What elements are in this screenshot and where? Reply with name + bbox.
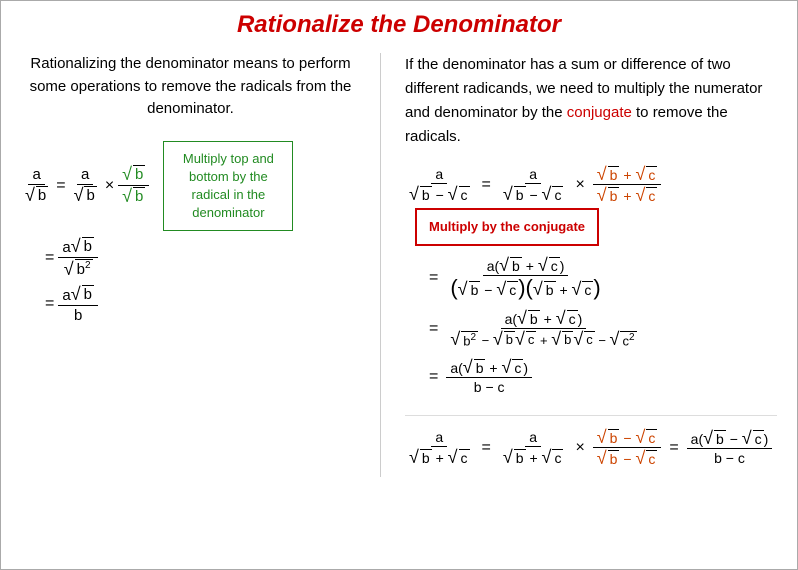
sqrt-b-green: √ b (122, 165, 145, 183)
r-frac1: a √b − √c (405, 166, 474, 203)
right-line4: = a(√b + √c) b − c (425, 358, 777, 395)
r-frac4: a(√b + √c) (√b − √c)(√b + √c) (446, 256, 604, 299)
right-column: If the denominator has a sum or differen… (381, 53, 777, 477)
page-title: Rationalize the Denominator (21, 11, 777, 39)
frac-asqrtb-sqrtb2: a√b √b2 (58, 237, 98, 279)
right-line3: = a(√b + √c) √b2 − √b√c + √b√c − √c2 (425, 309, 777, 348)
left-math-line1: a √ b = a √ (21, 141, 360, 232)
right-line1: a √b − √c = a √b − √c × √b + √c √b + √c … (405, 165, 777, 246)
multiply-by-conjugate-box: Multiply by the conjugate (415, 208, 599, 246)
left-math-line2: = a√b √b2 (41, 237, 360, 279)
rb-frac1: a √b + √c (405, 429, 474, 466)
sqrt-b-green2: √ b (122, 187, 145, 205)
r-frac2: a √b − √c (499, 166, 568, 203)
left-column: Rationalizing the denominator means to p… (21, 53, 381, 477)
sqrt-b2: √ b (74, 186, 97, 204)
page: Rationalize the Denominator Rationalizin… (0, 0, 798, 570)
right-bottom-line: a √b + √c = a √b + √c × √b − √c √b − √c … (405, 415, 777, 467)
rb-frac3: √b − √c √b − √c (593, 428, 662, 467)
frac-a-sqrtb: a √ b (21, 166, 52, 205)
r-frac6: a(√b + √c) b − c (446, 358, 532, 395)
frac-asqrtb-b: a√b b (58, 285, 98, 324)
r-frac5: a(√b + √c) √b2 − √b√c + √b√c − √c2 (446, 309, 640, 348)
rb-frac4: a(√b − √c) b − c (687, 429, 773, 466)
rb-frac2: a √b + √c (499, 429, 568, 466)
sqrt-b: √ b (25, 186, 48, 204)
left-intro: Rationalizing the denominator means to p… (21, 53, 360, 121)
hint-box: Multiply top and bottom by the radical i… (163, 141, 293, 232)
conjugate-word: conjugate (567, 104, 632, 121)
r-frac3-conj: √b + √c √b + √c (593, 165, 662, 204)
frac-sqrtb-sqrtb: √ b √ b (118, 165, 149, 206)
columns: Rationalizing the denominator means to p… (21, 53, 777, 477)
left-math: a √ b = a √ (21, 141, 360, 324)
frac-a-sqrtb2: a √ b (70, 166, 101, 205)
right-intro: If the denominator has a sum or differen… (405, 53, 777, 149)
right-math: a √b − √c = a √b − √c × √b + √c √b + √c … (405, 165, 777, 467)
left-math-line3: = a√b b (41, 285, 360, 324)
right-line2: = a(√b + √c) (√b − √c)(√b + √c) (425, 256, 777, 299)
